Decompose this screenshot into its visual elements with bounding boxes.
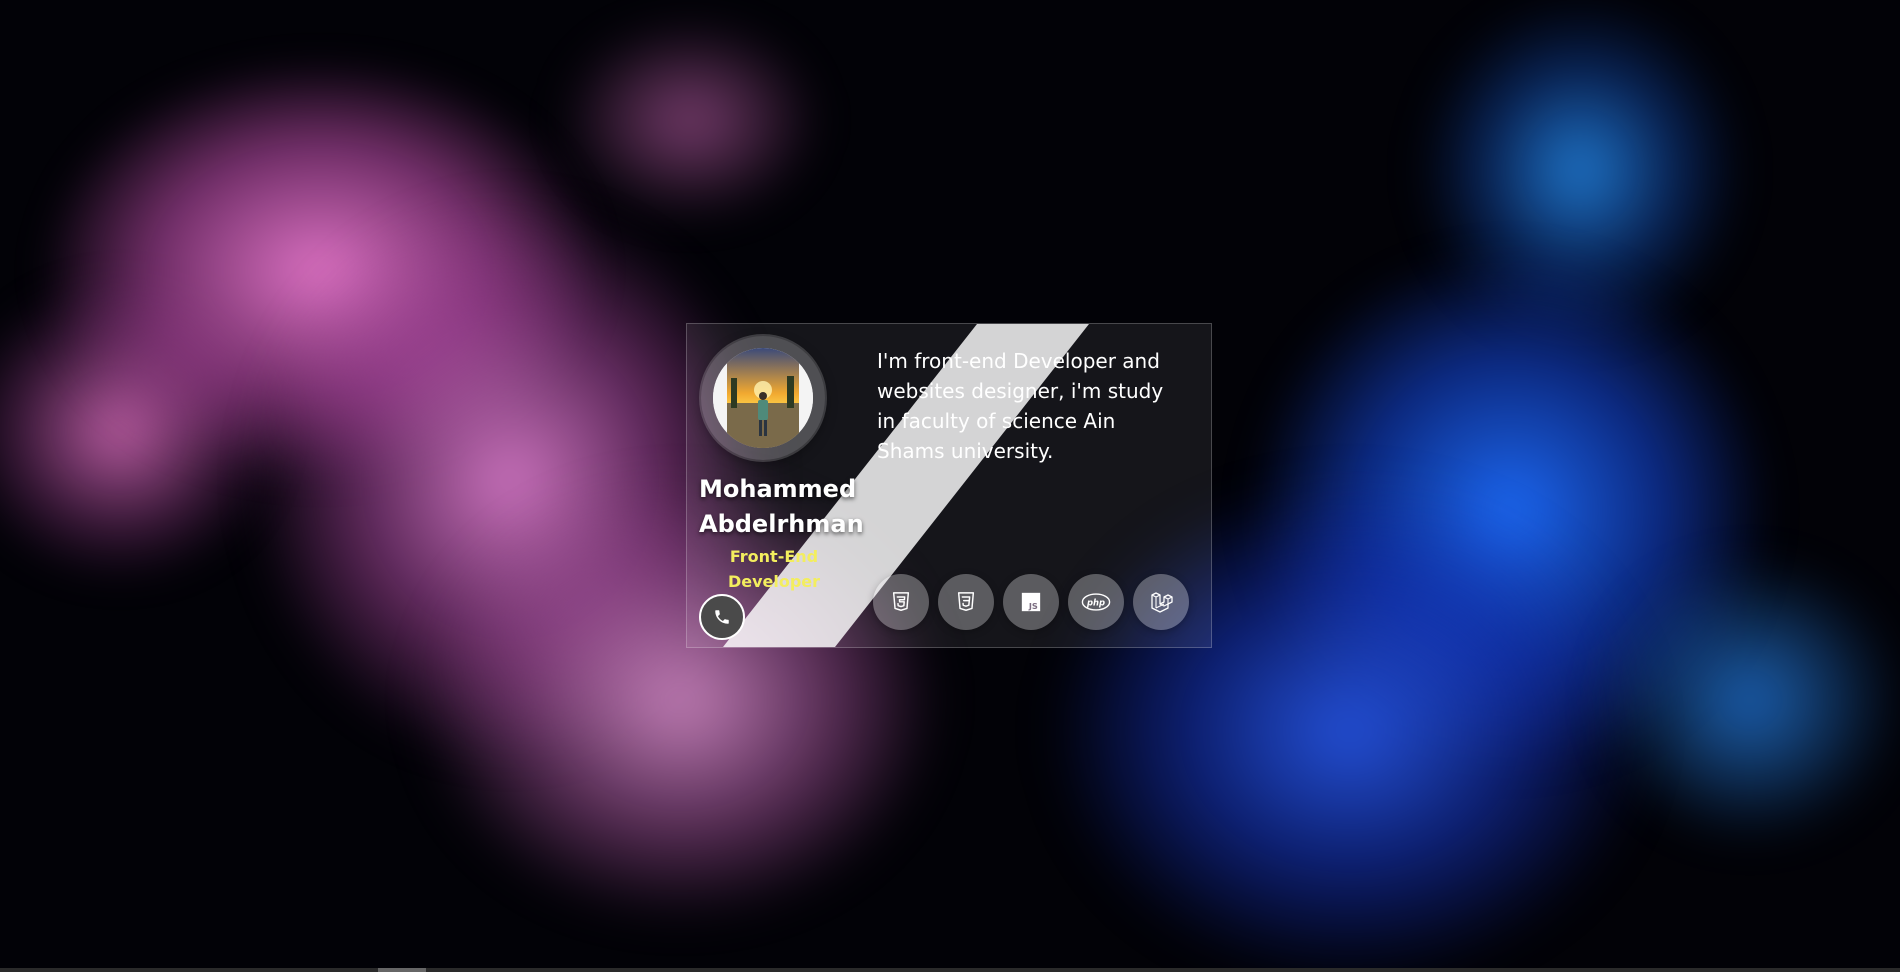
phone-button[interactable] — [699, 594, 745, 640]
skill-php[interactable]: php — [1068, 574, 1124, 630]
profile-bio: I'm front-end Developer and websites des… — [877, 349, 1164, 463]
javascript-icon: JS — [1021, 592, 1041, 612]
horizontal-scrollbar[interactable] — [0, 968, 1900, 972]
avatar — [701, 336, 825, 460]
svg-text:php: php — [1086, 597, 1105, 607]
skill-html5[interactable] — [873, 574, 929, 630]
skills-list: JS php — [873, 574, 1189, 630]
skill-css3[interactable] — [938, 574, 994, 630]
pink-ink-cloud — [560, 20, 820, 220]
blue-ink-cloud — [1600, 560, 1900, 840]
svg-text:JS: JS — [1028, 601, 1038, 611]
profile-role: Front-End Developer — [727, 547, 821, 591]
phone-icon — [715, 610, 729, 624]
skill-laravel[interactable] — [1133, 574, 1189, 630]
laravel-icon — [1151, 592, 1173, 613]
scrollbar-thumb[interactable] — [378, 968, 426, 972]
avatar-photo — [713, 348, 813, 448]
page-background: Mohammed Abdelrhman Front-End Developer … — [0, 0, 1900, 972]
css3-icon — [957, 592, 975, 611]
profile-name: Mohammed Abdelrhman — [699, 475, 864, 538]
php-icon: php — [1081, 593, 1111, 611]
profile-card: Mohammed Abdelrhman Front-End Developer … — [686, 323, 1212, 648]
skill-javascript[interactable]: JS — [1003, 574, 1059, 630]
html5-icon — [892, 592, 910, 611]
